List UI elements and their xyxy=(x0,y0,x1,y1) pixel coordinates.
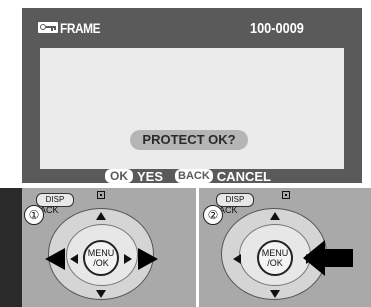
menu-label: MENU xyxy=(87,248,115,258)
step-1-panel: DISP ACK ① MENU /OK xyxy=(0,186,196,307)
lcd-left-border xyxy=(22,8,40,183)
yes-option[interactable]: YES xyxy=(137,169,163,184)
ok-label: /OK xyxy=(93,258,109,268)
menu-ok-button[interactable]: MENU /OK xyxy=(257,240,293,276)
choice-bar: OK YES BACK CANCEL xyxy=(105,166,279,186)
step-number-2: ② xyxy=(203,205,223,225)
lcd-right-border xyxy=(344,8,362,183)
back-button-icon[interactable]: BACK xyxy=(175,169,213,183)
up-arrow-icon xyxy=(270,212,280,220)
left-arrow-icon xyxy=(233,254,241,264)
ok-label: /OK xyxy=(267,258,283,268)
screen-title: FRAME xyxy=(60,20,101,36)
cancel-option[interactable]: CANCEL xyxy=(217,169,271,184)
down-arrow-icon xyxy=(270,290,280,298)
frame-number: 100-0009 xyxy=(250,20,304,37)
press-left-arrow-icon xyxy=(45,248,65,270)
camera-body-edge xyxy=(0,188,22,307)
macro-selector-icon xyxy=(282,191,290,199)
up-arrow-icon xyxy=(96,212,106,220)
protect-prompt: PROTECT OK? xyxy=(130,130,248,150)
macro-selector-icon xyxy=(97,191,105,199)
step-number-1: ① xyxy=(24,205,44,225)
menu-label: MENU xyxy=(261,248,289,258)
down-arrow-icon xyxy=(96,290,106,298)
right-arrow-icon xyxy=(124,254,132,264)
step-2-panel: DISP ACK ② MENU /OK xyxy=(199,186,371,307)
menu-ok-button[interactable]: MENU /OK xyxy=(83,240,119,276)
protect-key-icon xyxy=(38,22,58,33)
left-arrow-icon xyxy=(70,254,78,264)
ok-button-icon[interactable]: OK xyxy=(105,169,133,183)
press-right-arrow-icon xyxy=(138,248,158,270)
